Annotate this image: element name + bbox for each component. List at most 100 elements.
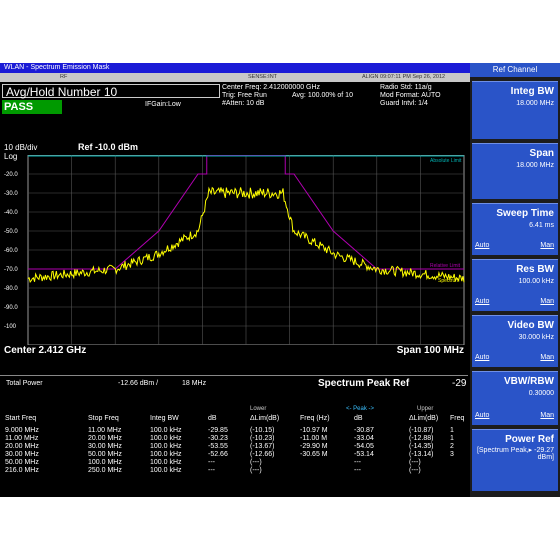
softkey-vbw-rbw[interactable]: VBW/RBW 0.30000 Auto Man (472, 371, 558, 425)
table-cell: 100.0 kHz (150, 435, 182, 442)
center-label: Center 2.412 GHz (4, 345, 87, 356)
table-cell: 216.0 MHz (5, 467, 39, 474)
y-tick-label: -40.0 (4, 210, 18, 216)
table-cell: -53.14 (354, 451, 374, 458)
table-header-cell: Start Freq (5, 415, 37, 422)
table-header-cell: ΔLim(dB) (250, 415, 280, 422)
lower-label: Lower (250, 406, 267, 412)
spectrum-plot: -20.0 -30.0 -40.0 -50.0 -60.0 -70.0 -80.0 -90.0… (4, 155, 465, 345)
table-cell: -54.05 (354, 443, 374, 450)
pass-indicator: PASS (2, 100, 62, 114)
softkey-title: VBW/RBW (504, 376, 554, 387)
table-row: 30.00 MHz 50.00 MHz 100.0 kHz -52.66 (-12.66… (0, 451, 468, 459)
softkey-value: [Spectrum Peak,▸ -29.27 dBm] (476, 447, 554, 461)
table-cell: 30.00 MHz (88, 443, 122, 450)
softkey-sweep-time[interactable]: Sweep Time 6.41 ms Auto Man (472, 203, 558, 255)
table-header-cell: Freq (Hz) (300, 415, 330, 422)
total-power-value: -12.66 dBm / (118, 380, 159, 387)
y-tick-label: -20.0 (4, 172, 18, 178)
table-cell: (-10.23) (250, 435, 275, 442)
y-tick-label: -100 (4, 324, 17, 330)
table-cell: (-13.14) (409, 451, 434, 458)
ifgain-param: IFGain:Low (145, 101, 181, 108)
softkey-man[interactable]: Man (540, 412, 554, 419)
table-cell: 100.0 kHz (150, 459, 182, 466)
softkey-value: 30.000 kHz (518, 334, 554, 341)
peak-label: <- Peak -> (346, 406, 375, 412)
softkey-auto[interactable]: Auto (475, 412, 489, 419)
table-row: 216.0 MHz 250.0 MHz 100.0 kHz --- (---) --- (-… (0, 467, 468, 475)
softkey-man[interactable]: Man (540, 242, 554, 249)
table-header-cell: dB (208, 415, 217, 422)
table-cell: --- (354, 467, 361, 474)
table-cell: 100.0 MHz (88, 459, 122, 466)
table-cell: (---) (409, 467, 421, 474)
table-cell: 50.00 MHz (5, 459, 39, 466)
softkey-value: 18.000 MHz (516, 100, 554, 107)
table-cell: 50.00 MHz (88, 451, 122, 458)
y-tick-label: -50.0 (4, 229, 18, 235)
softkey-auto[interactable]: Auto (475, 298, 489, 305)
table-cell: (-12.88) (409, 435, 434, 442)
softkey-video-bw[interactable]: Video BW 30.000 kHz Auto Man (472, 315, 558, 367)
table-header-cell: Stop Freq (88, 415, 119, 422)
table-header-cell: ΔLim(dB) (409, 415, 439, 422)
status-bar: RF SENSE:INT ALIGN 09:07:11 PM Sep 26, 2… (0, 73, 470, 82)
softkey-title: Sweep Time (496, 208, 554, 219)
softkey-auto[interactable]: Auto (475, 354, 489, 361)
table-cell: --- (354, 459, 361, 466)
table-row: 9.000 MHz 11.00 MHz 100.0 kHz -29.85 (-10.15… (0, 427, 468, 435)
table-cell: 250.0 MHz (88, 467, 122, 474)
table-cell: 30.00 MHz (5, 451, 39, 458)
avg-param: Avg: 100.00% of 10 (292, 92, 353, 99)
table-cell: 20.00 MHz (88, 435, 122, 442)
softkey-span[interactable]: Span 18.000 MHz (472, 143, 558, 199)
status-rf: RF (60, 74, 68, 80)
plot-grid (27, 155, 465, 345)
span-label: Span 100 MHz (396, 345, 464, 356)
softkey-auto[interactable]: Auto (475, 242, 489, 249)
table-cell: -30.23 (208, 435, 228, 442)
softkey-title: Video BW (507, 320, 554, 331)
y-tick-label: -80.0 (4, 286, 18, 292)
table-cell: -10.97 M (300, 427, 328, 434)
softkey-man[interactable]: Man (540, 298, 554, 305)
total-power-label: Total Power (6, 380, 43, 387)
y-tick-label: -70.0 (4, 267, 18, 273)
table-cell: (-10.15) (250, 427, 275, 434)
spectrum-label: Spectrum (438, 278, 459, 284)
table-cell: (---) (250, 467, 262, 474)
ref-level: Ref -10.0 dBm (78, 142, 139, 152)
table-cell: 1 (450, 427, 454, 434)
y-tick-label: -60.0 (4, 248, 18, 254)
status-sense: SENSE:INT (248, 74, 278, 80)
softkey-value: 18.000 MHz (516, 162, 554, 169)
y-tick-label: -30.0 (4, 191, 18, 197)
table-row: 50.00 MHz 100.0 MHz 100.0 kHz --- (---) --- (-… (0, 459, 468, 467)
table-cell: 100.0 kHz (150, 427, 182, 434)
softkey-value: 0.30000 (528, 390, 554, 397)
table-cell: -29.90 M (300, 443, 328, 450)
table-cell: --- (208, 467, 215, 474)
analyzer-screen: WLAN - Spectrum Emission Mask RF SENSE:I… (0, 63, 560, 497)
table-cell: -30.65 M (300, 451, 328, 458)
table-cell: -29.85 (208, 427, 228, 434)
softkey-menu-title: Ref Channel (470, 63, 560, 77)
softkey-res-bw[interactable]: Res BW 100.00 kHz Auto Man (472, 259, 558, 311)
radio-std-param: Radio Std: 11a/g (380, 84, 432, 91)
table-cell: (-13.67) (250, 443, 275, 450)
table-header-cell: Freq (450, 415, 465, 422)
softkey-integ-bw[interactable]: Integ BW 18.000 MHz (472, 81, 558, 139)
softkey-panel: Ref Channel Integ BW 18.000 MHz Span 18.000… (470, 63, 560, 497)
table-cell: 100.0 kHz (150, 467, 182, 474)
softkey-man[interactable]: Man (540, 354, 554, 361)
peak-ref-title: Spectrum Peak Ref (318, 378, 410, 389)
table-header-row: Start Freq Stop Freq Integ BW dB ΔLim(dB) Fre… (0, 415, 468, 424)
table-cell: 100.0 kHz (150, 443, 182, 450)
y-axis-ticks: -20.0 -30.0 -40.0 -50.0 -60.0 -70.0 -80.0 -90.0… (4, 172, 18, 330)
table-cell: (---) (250, 459, 262, 466)
table-cell: --- (208, 459, 215, 466)
table-cell: (-12.66) (250, 451, 275, 458)
relative-limit-label: Relative Limit (430, 263, 461, 269)
softkey-power-ref[interactable]: Power Ref [Spectrum Peak,▸ -29.27 dBm] (472, 429, 558, 491)
